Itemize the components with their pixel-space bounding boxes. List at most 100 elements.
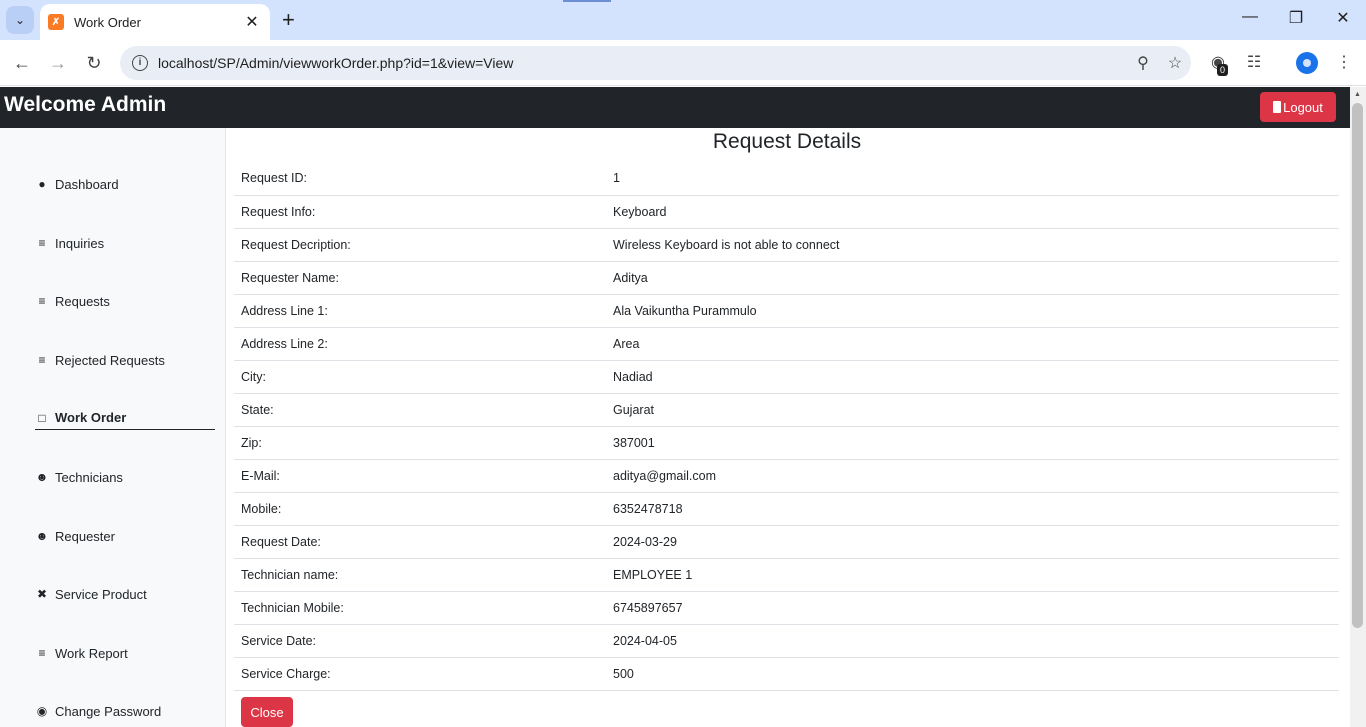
detail-value: 2024-03-29 [613, 534, 677, 549]
detail-label: Address Line 2: [241, 336, 328, 351]
detail-label: Request Info: [241, 204, 316, 219]
detail-value: 2024-04-05 [613, 633, 677, 648]
reload-icon[interactable]: ↻ [81, 50, 107, 76]
clipboard-icon: □ [38, 410, 46, 425]
table-row: Request Date: 2024-03-29 [234, 525, 1339, 558]
sidebar-item-work-order[interactable]: □ Work Order [35, 406, 215, 430]
forward-icon[interactable]: → [45, 50, 71, 76]
table-row: Request Decription: Wireless Keyboard is … [234, 228, 1339, 261]
sidebar-item-label: Change Password [55, 703, 162, 719]
browser-tab-bar: ⌄ ✗ Work Order ✕ + — ❐ ✕ [0, 0, 1366, 40]
minimize-icon[interactable]: — [1227, 8, 1273, 26]
page-scrollbar[interactable]: ▲ [1350, 87, 1366, 727]
logout-label: Logout [1283, 99, 1323, 115]
table-row: Request ID: 1 [234, 162, 1339, 195]
list-icon: ≡ [38, 353, 46, 367]
menu-dots-icon[interactable]: ⋮ [1332, 52, 1356, 72]
detail-label: Request Decription: [241, 237, 351, 252]
app-header: Welcome Admin Logout [0, 87, 1350, 128]
bookmark-star-icon[interactable]: ☆ [1159, 53, 1191, 73]
url-text[interactable]: localhost/SP/Admin/viewworkOrder.php?id=… [158, 55, 1127, 71]
sidebar-item-label: Technicians [55, 469, 123, 485]
table-row: Service Charge: 500 [234, 657, 1339, 690]
sidebar-item-requester[interactable]: ☻ Requester [35, 524, 215, 548]
detail-label: Requester Name: [241, 270, 339, 285]
sidebar-item-work-report[interactable]: ≡ Work Report [35, 641, 215, 665]
browser-tab[interactable]: ✗ Work Order ✕ [40, 4, 270, 40]
new-tab-icon[interactable]: + [282, 8, 295, 32]
sidebar-item-technicians[interactable]: ☻ Technicians [35, 465, 215, 489]
user-group-icon: ☻ [35, 529, 49, 543]
table-row: Technician name: EMPLOYEE 1 [234, 558, 1339, 591]
detail-label: Request Date: [241, 534, 321, 549]
users-icon: ☻ [35, 470, 49, 484]
tab-search-icon[interactable]: ⌄ [6, 6, 34, 34]
sidebar-item-label: Work Order [55, 410, 127, 425]
list-icon: ≡ [38, 236, 46, 250]
close-button[interactable]: Close [241, 697, 293, 727]
detail-label: Address Line 1: [241, 303, 328, 318]
list-icon: ≡ [38, 294, 46, 308]
sidebar-item-dashboard[interactable]: ● Dashboard [35, 172, 215, 196]
detail-value: aditya@gmail.com [613, 468, 717, 483]
detail-label: Zip: [241, 435, 262, 450]
page-heading: Welcome Admin [4, 93, 167, 116]
back-icon[interactable]: ← [9, 50, 35, 76]
scroll-up-icon[interactable]: ▲ [1354, 91, 1361, 98]
detail-value: Gujarat [613, 402, 654, 417]
request-details-table: Request ID: 1 Request Info: Keyboard Request… [234, 162, 1339, 691]
sidebar-item-rejected-requests[interactable]: ≡ Rejected Requests [35, 348, 215, 372]
detail-value: Aditya [613, 270, 648, 285]
profile-avatar-icon[interactable] [1296, 52, 1318, 74]
detail-label: Technician name: [241, 567, 339, 582]
address-bar[interactable]: i localhost/SP/Admin/viewworkOrder.php?i… [120, 46, 1191, 80]
tab-indicator [563, 0, 611, 2]
sidebar-item-label: Requester [55, 528, 115, 544]
detail-label: Mobile: [241, 501, 282, 516]
detail-label: Service Date: [241, 633, 317, 648]
page-title: Request Details [712, 130, 862, 153]
logout-button[interactable]: Logout [1260, 92, 1336, 122]
table-row: State: Gujarat [234, 393, 1339, 426]
detail-label: Technician Mobile: [241, 600, 344, 615]
extension-badge: 0 [1217, 64, 1229, 76]
table-row: Zip: 387001 [234, 426, 1339, 459]
detail-value: Nadiad [613, 369, 653, 384]
sidebar: ● Dashboard ≡ Inquiries ≡ Requests ≡ Rej… [0, 128, 226, 727]
sidebar-item-label: Requests [55, 293, 110, 309]
sidebar-item-inquiries[interactable]: ≡ Inquiries [35, 231, 215, 255]
extensions-puzzle-icon[interactable]: ☷ [1242, 52, 1266, 72]
detail-value: 387001 [613, 435, 655, 450]
sidebar-item-label: Service Product [55, 586, 147, 602]
detail-value: Wireless Keyboard is not able to connect [613, 237, 840, 252]
table-row: E-Mail: aditya@gmail.com [234, 459, 1339, 492]
sidebar-item-change-password[interactable]: ◉ Change Password [35, 699, 215, 723]
detail-label: City: [241, 369, 266, 384]
detail-label: E-Mail: [241, 468, 280, 483]
door-icon [1273, 101, 1282, 113]
detail-value: Keyboard [613, 204, 667, 219]
list-icon: ≡ [38, 646, 46, 660]
zoom-icon[interactable]: ⚲ [1127, 53, 1159, 73]
detail-label: State: [241, 402, 274, 417]
detail-label: Service Charge: [241, 666, 331, 681]
site-info-icon[interactable]: i [132, 55, 148, 71]
table-row: Mobile: 6352478718 [234, 492, 1339, 525]
detail-value: Ala Vaikuntha Purammulo [613, 303, 757, 318]
table-row: Requester Name: Aditya [234, 261, 1339, 294]
detail-value: 1 [613, 171, 620, 186]
sidebar-item-service-product[interactable]: ✖ Service Product [35, 582, 215, 606]
tab-title: Work Order [74, 14, 141, 30]
eye-icon: ◉ [36, 704, 48, 718]
tools-icon: ✖ [36, 587, 48, 601]
sidebar-item-requests[interactable]: ≡ Requests [35, 289, 215, 313]
restore-icon[interactable]: ❐ [1273, 8, 1319, 28]
table-row: City: Nadiad [234, 360, 1339, 393]
user-icon: ● [38, 177, 46, 191]
tab-close-icon[interactable]: ✕ [242, 12, 262, 32]
scroll-thumb[interactable] [1352, 103, 1363, 628]
window-close-icon[interactable]: ✕ [1320, 8, 1366, 28]
table-row: Address Line 2: Area [234, 327, 1339, 360]
sidebar-item-label: Rejected Requests [55, 352, 165, 368]
sidebar-item-label: Dashboard [55, 176, 119, 192]
